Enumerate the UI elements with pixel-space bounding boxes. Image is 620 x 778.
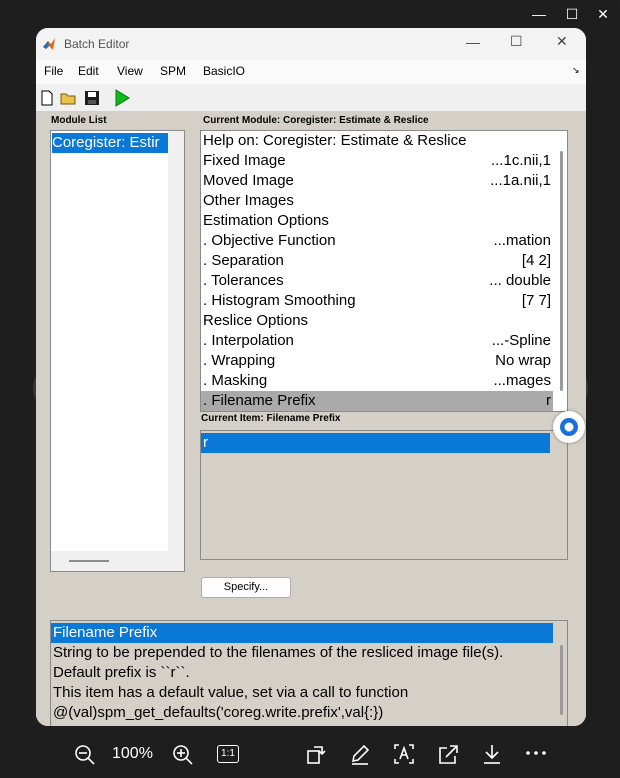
menu-basicio[interactable]: BasicIO <box>203 64 245 78</box>
module-vscroll-thumb[interactable] <box>560 151 563 391</box>
option-value: ...1a.nii,1 <box>490 172 551 189</box>
module-option-row[interactable]: . Filename Prefix r <box>201 391 553 411</box>
option-value: [7 7] <box>521 292 551 309</box>
option-value: No wrap <box>495 352 551 369</box>
module-option-row[interactable]: . Tolerances ... double <box>201 271 553 291</box>
option-value: ...mages <box>493 372 551 389</box>
option-name: Reslice Options <box>203 312 309 329</box>
current-item-label: Current Item: Filename Prefix <box>201 413 341 424</box>
help-title: Filename Prefix <box>51 623 553 643</box>
option-name: Fixed Image <box>203 152 286 169</box>
module-list[interactable]: Coregister: Estir <box>50 130 185 572</box>
help-line: This item has a default value, set via a… <box>53 684 409 701</box>
option-name: . Objective Function <box>203 232 336 249</box>
option-name: Estimation Options <box>203 212 329 229</box>
help-line: A string is entered. <box>51 723 549 726</box>
option-name: . Filename Prefix <box>203 392 316 409</box>
help-text-box[interactable]: A string is entered. @(val)spm_get_defaul… <box>50 620 568 726</box>
module-option-row[interactable]: . Separation [4 2] <box>201 251 553 271</box>
option-name: . Wrapping <box>203 352 276 369</box>
title-bar: Batch Editor — ☐ ✕ <box>36 28 586 60</box>
viewer-bottom-toolbar: 100% 1:1 <box>0 728 620 778</box>
zoom-out-icon[interactable] <box>74 744 96 766</box>
rotate-icon[interactable] <box>305 742 327 766</box>
menu-view[interactable]: View <box>117 64 143 78</box>
help-line: @(val)spm_get_defaults('coreg.write.pref… <box>53 704 384 721</box>
text-recognition-icon[interactable] <box>393 742 415 766</box>
window-maximize-button[interactable]: ☐ <box>510 33 523 50</box>
option-value: ...-Spline <box>491 332 551 349</box>
new-file-icon[interactable] <box>40 90 54 106</box>
matlab-logo-icon <box>43 38 55 50</box>
maximize-icon[interactable]: ☐ <box>561 4 583 24</box>
menu-bar: File Edit View SPM BasicIO ↘ <box>36 60 586 84</box>
dock-arrow-icon[interactable]: ↘ <box>572 65 580 76</box>
assistant-icon <box>560 418 578 436</box>
module-option-row[interactable]: Help on: Coregister: Estimate & Reslice <box>201 131 553 151</box>
module-option-row[interactable]: . Wrapping No wrap <box>201 351 553 371</box>
option-value: ...1c.nii,1 <box>490 152 551 169</box>
module-option-row[interactable]: . Masking ...mages <box>201 371 553 391</box>
option-value: r <box>546 392 551 409</box>
current-item-value[interactable]: r <box>201 433 550 453</box>
specify-button[interactable]: Specify... <box>201 577 291 598</box>
option-value: ...mation <box>493 232 551 249</box>
actual-size-button[interactable]: 1:1 <box>217 745 239 763</box>
option-value: ... double <box>489 272 551 289</box>
toolbar <box>36 85 586 112</box>
open-folder-icon[interactable] <box>60 90 78 106</box>
module-option-row[interactable]: Moved Image ...1a.nii,1 <box>201 171 553 191</box>
share-icon[interactable] <box>437 742 459 766</box>
download-icon[interactable] <box>481 742 503 766</box>
module-list-label: Module List <box>51 115 107 126</box>
option-value: [4 2] <box>521 252 551 269</box>
batch-editor-window: Batch Editor — ☐ ✕ File Edit View SPM Ba… <box>36 28 586 726</box>
current-module-list[interactable]: . Filename Prefix r. Masking ...mages. Wra… <box>200 130 568 412</box>
current-module-label: Current Module: Coregister: Estimate & R… <box>203 115 429 126</box>
module-option-row[interactable]: . Histogram Smoothing [7 7] <box>201 291 553 311</box>
window-title: Batch Editor <box>64 37 130 51</box>
menu-file[interactable]: File <box>44 64 63 78</box>
assistant-button[interactable] <box>553 411 585 443</box>
help-line: String to be prepended to the filenames … <box>53 644 504 661</box>
module-option-row[interactable]: Other Images <box>201 191 553 211</box>
option-name: Moved Image <box>203 172 294 189</box>
option-name: . Masking <box>203 372 268 389</box>
module-list-item[interactable]: Coregister: Estir <box>52 133 168 153</box>
save-icon[interactable] <box>84 90 100 106</box>
module-option-row[interactable]: Reslice Options <box>201 311 553 331</box>
editor-content: Module List Coregister: Estir Current Mo… <box>36 112 586 726</box>
help-line: Default prefix is ``r``. <box>53 664 190 681</box>
edit-pen-icon[interactable] <box>349 742 371 766</box>
option-name: Help on: Coregister: Estimate & Reslice <box>203 132 467 149</box>
zoom-level: 100% <box>112 745 153 762</box>
option-name: . Histogram Smoothing <box>203 292 356 309</box>
menu-spm[interactable]: SPM <box>160 64 186 78</box>
module-list-vscrollbar[interactable] <box>168 131 184 551</box>
zoom-in-icon[interactable] <box>172 744 194 766</box>
module-option-row[interactable]: Fixed Image ...1c.nii,1 <box>201 151 553 171</box>
module-option-row[interactable]: . Interpolation ...-Spline <box>201 331 553 351</box>
help-vscroll-thumb[interactable] <box>560 645 563 715</box>
module-list-hscrollbar[interactable] <box>51 551 184 571</box>
module-option-row[interactable]: . Objective Function ...mation <box>201 231 553 251</box>
window-minimize-button[interactable]: — <box>466 34 480 50</box>
close-icon[interactable]: ✕ <box>592 4 614 24</box>
hscroll-thumb[interactable] <box>69 560 109 562</box>
run-icon[interactable] <box>114 89 130 107</box>
option-name: . Separation <box>203 252 284 269</box>
option-name: Other Images <box>203 192 294 209</box>
minimize-icon[interactable]: — <box>528 4 550 24</box>
menu-edit[interactable]: Edit <box>78 64 99 78</box>
current-item-box[interactable]: r <box>200 430 568 560</box>
more-options-icon[interactable] <box>525 748 547 758</box>
option-name: . Tolerances <box>203 272 284 289</box>
option-name: . Interpolation <box>203 332 294 349</box>
module-option-row[interactable]: Estimation Options <box>201 211 553 231</box>
window-close-button[interactable]: ✕ <box>556 33 568 50</box>
